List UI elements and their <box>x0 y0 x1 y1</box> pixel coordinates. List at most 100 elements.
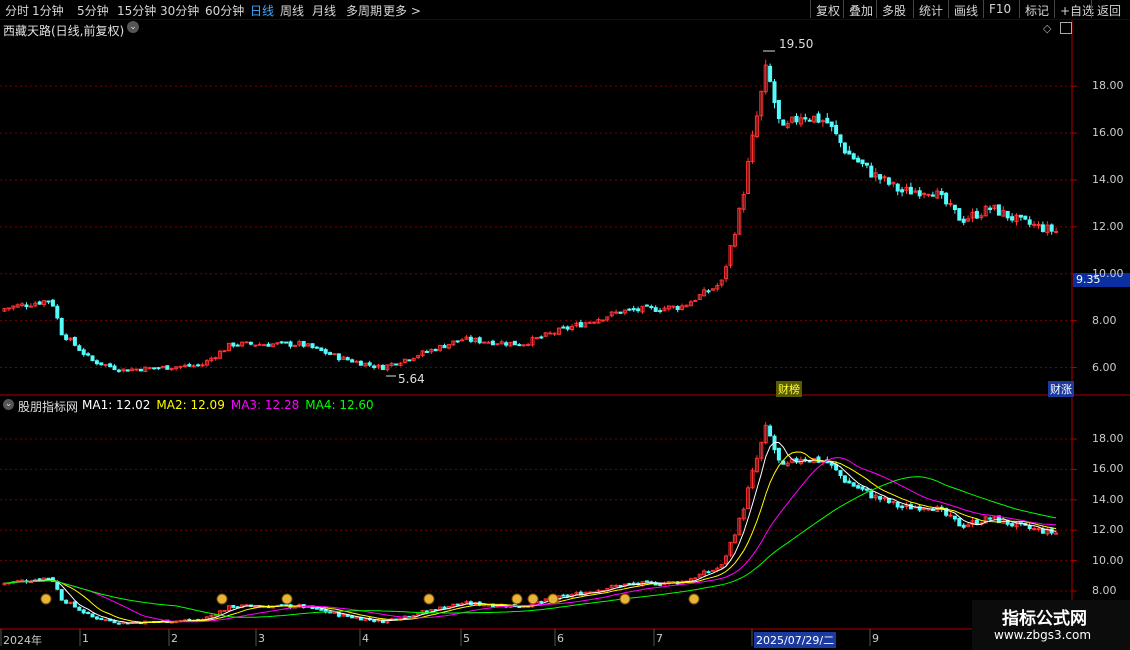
period-tab-6[interactable]: 日线 <box>250 2 274 19</box>
candle-body-main-238 <box>1049 224 1054 232</box>
toolbar-button-8[interactable]: 返回 <box>1091 0 1126 18</box>
period-tab-4[interactable]: 30分钟 <box>160 2 199 19</box>
candle-body-main-136 <box>600 319 605 322</box>
candle-body-ind-199 <box>878 495 883 500</box>
period-tab-8[interactable]: 月线 <box>312 2 336 19</box>
money-bag-icon-2 <box>281 593 293 605</box>
candle-body-main-214 <box>944 192 949 205</box>
toolbar-button-6[interactable]: 标记 <box>1019 0 1054 18</box>
candle-body-main-74 <box>328 352 333 355</box>
candle-body-ind-52 <box>231 604 236 608</box>
chevron-down-icon[interactable]: ⌄ <box>127 21 139 33</box>
candle-body-ind-157 <box>693 577 698 580</box>
price-tick-1: 16.00 <box>1092 126 1124 140</box>
candle-body-main-229 <box>1010 216 1015 221</box>
period-tab-5[interactable]: 60分钟 <box>205 2 244 19</box>
candle-body-main-10 <box>46 300 51 303</box>
candle-body-main-78 <box>345 357 350 361</box>
indicator-collapse-icon[interactable]: ⌄ <box>3 399 14 410</box>
period-tab-2[interactable]: 5分钟 <box>77 2 109 19</box>
candle-body-main-14 <box>64 334 69 340</box>
candle-body-main-13 <box>59 318 64 336</box>
candle-body-ind-224 <box>988 517 993 520</box>
candle-body-main-41 <box>182 364 187 367</box>
candle-body-ind-185 <box>816 456 821 463</box>
candle-body-main-18 <box>81 349 86 355</box>
candle-body-ind-192 <box>847 480 852 484</box>
panel-toggle-icon[interactable] <box>1060 22 1072 34</box>
candle-body-main-50 <box>222 350 227 353</box>
candle-body-main-190 <box>838 134 843 143</box>
candle-body-main-118 <box>521 344 526 347</box>
date-tick-4: 4 <box>362 632 369 645</box>
period-tab-7[interactable]: 周线 <box>280 2 304 19</box>
period-tab-3[interactable]: 15分钟 <box>117 2 156 19</box>
badge-cai-bang[interactable]: 财榜 <box>776 381 802 397</box>
period-tab-0[interactable]: 分时 <box>5 2 29 19</box>
candle-body-ind-19 <box>86 611 91 614</box>
period-tab-9[interactable]: 多周期 <box>346 2 382 19</box>
money-bag-icon-7 <box>619 593 631 605</box>
candle-body-main-5 <box>24 304 29 308</box>
candle-body-main-183 <box>807 119 812 122</box>
candle-body-ind-139 <box>614 584 619 587</box>
candle-body-ind-209 <box>922 508 927 511</box>
watermark-url: www.zbgs3.com <box>994 628 1092 642</box>
candle-body-ind-16 <box>72 601 77 608</box>
candle-body-main-200 <box>882 176 887 179</box>
candle-body-main-53 <box>235 344 240 347</box>
candle-body-main-109 <box>482 341 487 344</box>
candle-body-ind-20 <box>90 613 95 618</box>
candle-body-main-84 <box>372 365 377 368</box>
candle-body-main-33 <box>147 367 152 370</box>
toolbar-button-2[interactable]: 多股 <box>876 0 911 18</box>
period-tab-10[interactable]: 更多 > <box>383 2 421 19</box>
candle-body-main-188 <box>829 121 834 127</box>
diamond-icon[interactable]: ◇ <box>1043 22 1051 35</box>
indicator-tick-5: 8.00 <box>1092 584 1117 597</box>
candle-body-main-12 <box>55 305 60 319</box>
candle-body-main-24 <box>108 363 113 368</box>
candle-body-main-35 <box>156 367 161 370</box>
ma-legend-item-4: MA4: 12.60 <box>305 398 374 412</box>
candle-body-ind-84 <box>372 619 377 622</box>
candle-body-ind-127 <box>561 594 566 597</box>
candle-body-ind-26 <box>116 622 121 625</box>
candle-body-main-175 <box>772 81 777 104</box>
candle-body-ind-234 <box>1032 528 1037 531</box>
candle-body-main-43 <box>191 365 196 368</box>
candle-body-main-206 <box>908 186 913 195</box>
toolbar-button-1[interactable]: 叠加 <box>843 0 878 18</box>
candle-body-ind-71 <box>314 607 319 610</box>
candle-body-main-30 <box>134 368 139 371</box>
price-tick-4: 10.00 <box>1092 266 1124 280</box>
period-tab-1[interactable]: 1分钟 <box>32 2 64 19</box>
candle-body-main-98 <box>433 348 438 352</box>
candle-body-main-76 <box>336 353 341 361</box>
candle-body-main-17 <box>77 345 82 351</box>
candle-body-ind-190 <box>838 470 843 476</box>
candle-body-ind-23 <box>103 618 108 621</box>
candle-body-main-19 <box>86 353 91 356</box>
candle-body-ind-200 <box>882 497 887 500</box>
toolbar-button-5[interactable]: F10 <box>983 0 1016 18</box>
candle-body-main-22 <box>99 362 104 366</box>
money-bag-icon-1 <box>216 593 228 605</box>
candle-body-main-11 <box>50 299 55 307</box>
toolbar-button-3[interactable]: 统计 <box>913 0 948 18</box>
chart-canvas[interactable] <box>0 0 1130 650</box>
toolbar-button-0[interactable]: 复权 <box>810 0 845 18</box>
candle-body-ind-236 <box>1040 528 1045 534</box>
candle-body-main-86 <box>380 364 385 370</box>
candle-body-main-131 <box>578 322 583 328</box>
candle-body-main-232 <box>1023 215 1028 220</box>
candle-body-ind-161 <box>710 569 715 572</box>
candle-body-main-228 <box>1005 210 1010 219</box>
badge-cai-zhang[interactable]: 财涨 <box>1048 381 1074 397</box>
ma-legend-item-2: MA2: 12.09 <box>156 398 225 412</box>
money-bag-icon-4 <box>511 593 523 605</box>
candle-body-main-110 <box>486 341 491 344</box>
candle-body-main-124 <box>548 332 553 335</box>
money-bag-icon-3 <box>423 593 435 605</box>
toolbar-button-4[interactable]: 画线 <box>948 0 983 18</box>
